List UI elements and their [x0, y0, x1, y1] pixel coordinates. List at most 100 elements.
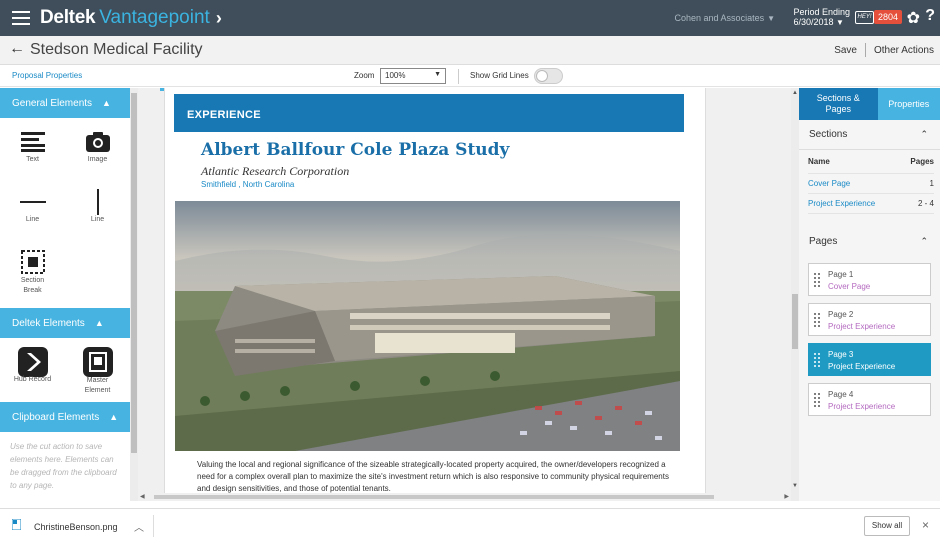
panel-tabs: Sections & Pages Properties: [799, 88, 940, 120]
general-elements-grid: Text Image Line Line Section Break: [0, 118, 130, 308]
grid-lines-label: Show Grid Lines: [470, 71, 529, 80]
top-nav-bar: Deltek Vantagepoint › Cohen and Associat…: [0, 0, 940, 36]
section-name[interactable]: Project Experience: [808, 199, 875, 208]
element-label: Section Break: [20, 277, 45, 294]
scrollbar-thumb[interactable]: [792, 294, 798, 349]
pages-header[interactable]: Pages ⌃: [799, 226, 940, 256]
left-panel-scrollbar[interactable]: [130, 88, 138, 501]
zoom-select[interactable]: 100% ▼: [380, 68, 446, 84]
page-item[interactable]: Page 1 Cover Page: [808, 263, 931, 296]
horizontal-line-icon: [0, 188, 65, 216]
image-element-tile[interactable]: Image: [65, 118, 130, 178]
image-file-icon: [12, 519, 21, 530]
caret-down-icon: ▼: [434, 71, 441, 78]
client-name[interactable]: Atlantic Research Corporation: [201, 164, 349, 179]
column-header-name: Name: [808, 157, 830, 166]
hub-record-element-tile[interactable]: Hub Record: [0, 338, 65, 402]
page-name: Page 2: [828, 310, 854, 319]
scroll-up-icon[interactable]: ▲: [792, 90, 798, 96]
notification-badge[interactable]: 2804: [873, 10, 902, 24]
gear-icon[interactable]: ✿: [907, 8, 920, 28]
vertical-line-icon: [65, 188, 130, 216]
vertical-line-element-tile[interactable]: Line: [65, 178, 130, 238]
toggle-knob: [536, 70, 548, 82]
page-section: Project Experience: [828, 402, 896, 411]
general-elements-title: General Elements: [12, 97, 93, 109]
project-photo[interactable]: [175, 201, 680, 451]
tab-properties[interactable]: Properties: [877, 88, 940, 120]
element-label: Line: [25, 216, 40, 223]
section-pages: 1: [929, 179, 934, 188]
tab-sections-pages[interactable]: Sections & Pages: [799, 88, 878, 120]
general-elements-header[interactable]: General Elements ▲: [0, 88, 130, 118]
hamburger-menu-icon[interactable]: [12, 11, 30, 25]
period-selector[interactable]: Period Ending 6/30/2018 ▼: [793, 7, 850, 28]
close-icon[interactable]: ×: [922, 518, 929, 532]
zoom-label: Zoom: [354, 71, 375, 80]
editor-toolbar: Proposal Properties Zoom 100% ▼ Show Gri…: [0, 65, 940, 87]
element-label: Master Element: [84, 377, 111, 394]
show-all-button[interactable]: Show all: [864, 516, 910, 536]
divider: [458, 69, 459, 84]
brand-name[interactable]: Deltek: [40, 7, 96, 29]
sections-table: Name Pages Cover Page 1 Project Experien…: [799, 150, 940, 214]
page-item[interactable]: Page 2 Project Experience: [808, 303, 931, 336]
deltek-elements-header[interactable]: Deltek Elements ▲: [0, 308, 130, 338]
company-name: Cohen and Associates: [674, 13, 765, 23]
master-element-tile[interactable]: Master Element: [65, 338, 130, 402]
grid-lines-toggle[interactable]: [534, 68, 563, 84]
section-name[interactable]: Cover Page: [808, 179, 850, 188]
scrollbar-thumb[interactable]: [131, 93, 137, 453]
brand-product[interactable]: Vantagepoint: [99, 7, 210, 29]
table-row[interactable]: Cover Page 1: [808, 174, 934, 194]
brand-chevron-icon[interactable]: ›: [216, 8, 222, 29]
section-break-element-tile[interactable]: Section Break: [0, 238, 65, 308]
drag-handle-icon[interactable]: [814, 273, 820, 287]
help-icon[interactable]: ?: [925, 7, 935, 25]
clipboard-elements-header[interactable]: Clipboard Elements ▲: [0, 402, 130, 432]
elements-panel: General Elements ▲ Text Image Line Line …: [0, 88, 130, 501]
record-header: ← Stedson Medical Facility Save Other Ac…: [0, 36, 940, 65]
pages-list: Page 1 Cover Page Page 2 Project Experie…: [799, 263, 940, 416]
drag-handle-icon[interactable]: [814, 353, 820, 367]
section-title-bar[interactable]: EXPERIENCE: [174, 94, 684, 132]
scroll-left-icon[interactable]: ◀: [140, 493, 145, 500]
chevron-up-icon[interactable]: ︿: [134, 519, 144, 534]
canvas-horizontal-scrollbar[interactable]: ◀ ▶: [138, 493, 791, 501]
page-title: Stedson Medical Facility: [30, 41, 203, 58]
project-description[interactable]: Valuing the local and regional significa…: [197, 459, 677, 495]
text-lines-icon: [0, 128, 65, 156]
chevron-up-icon: ⌃: [920, 235, 928, 246]
page-section: Project Experience: [828, 322, 896, 331]
sections-header[interactable]: Sections ⌃: [799, 120, 940, 150]
scroll-right-icon[interactable]: ▶: [784, 493, 789, 500]
section-pages: 2 - 4: [917, 199, 934, 208]
horizontal-line-element-tile[interactable]: Line: [0, 178, 65, 238]
project-location[interactable]: Smithfield , North Carolina: [201, 180, 294, 189]
scrollbar-thumb[interactable]: [154, 495, 714, 499]
deltek-elements-grid: Hub Record Master Element: [0, 338, 130, 402]
text-element-tile[interactable]: Text: [0, 118, 65, 178]
drag-handle-icon[interactable]: [814, 313, 820, 327]
element-label: Hub Record: [13, 376, 52, 383]
period-date: 6/30/2018: [793, 17, 834, 27]
chevron-up-icon: ▲: [109, 412, 119, 422]
table-row[interactable]: Project Experience 2 - 4: [808, 194, 934, 214]
other-actions-button[interactable]: Other Actions: [874, 45, 934, 56]
page-name: Page 4: [828, 390, 854, 399]
page-name: Page 1: [828, 270, 854, 279]
scroll-down-icon[interactable]: ▼: [792, 483, 798, 489]
back-arrow-icon[interactable]: ←: [9, 40, 25, 58]
download-file-name[interactable]: ChristineBenson.png: [34, 522, 118, 532]
hey-chat-icon[interactable]: HEY!: [855, 11, 874, 24]
canvas-vertical-scrollbar[interactable]: ▲ ▼: [791, 88, 799, 501]
company-selector[interactable]: Cohen and Associates ▼: [675, 13, 775, 23]
clipboard-hint: Use the cut action to save elements here…: [10, 442, 117, 490]
project-title[interactable]: Albert Ballfour Cole Plaza Study: [201, 140, 509, 160]
page-item[interactable]: Page 4 Project Experience: [808, 383, 931, 416]
proposal-page[interactable]: EXPERIENCE Albert Ballfour Cole Plaza St…: [164, 88, 706, 501]
drag-handle-icon[interactable]: [814, 393, 820, 407]
proposal-properties-link[interactable]: Proposal Properties: [12, 71, 82, 80]
page-item-selected[interactable]: Page 3 Project Experience: [808, 343, 931, 376]
save-button[interactable]: Save: [834, 45, 857, 56]
